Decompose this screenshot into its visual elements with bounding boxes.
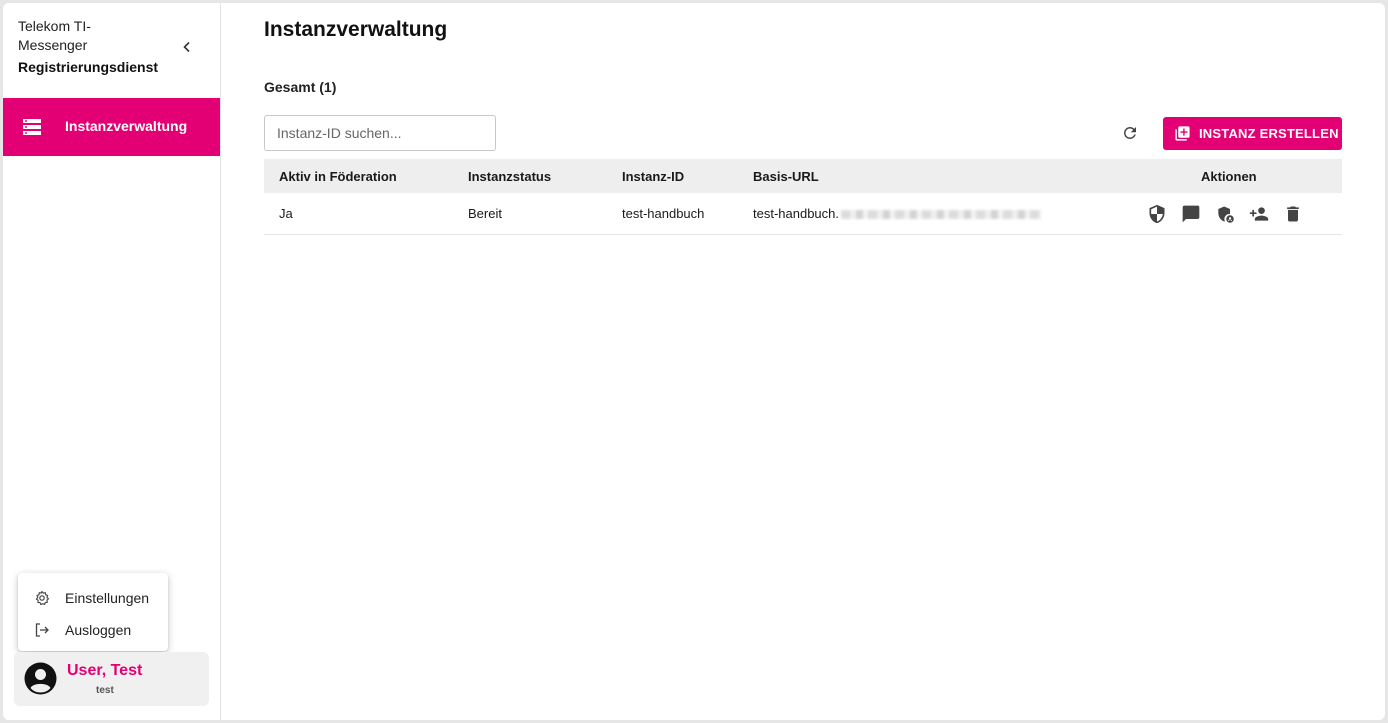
main-content: Instanzverwaltung Gesamt (1) INSTANZ ERS…: [221, 3, 1385, 720]
brand: Telekom TI- Messenger Registrierungsdien…: [18, 17, 188, 77]
menu-item-settings[interactable]: Einstellungen: [18, 582, 168, 614]
column-header-active[interactable]: Aktiv in Föderation: [279, 169, 397, 184]
brand-app-name: Registrierungsdienst: [18, 59, 159, 75]
sidebar-item-instanzverwaltung[interactable]: Instanzverwaltung: [3, 98, 220, 156]
action-chat-button[interactable]: [1180, 203, 1202, 225]
account-circle-icon: [24, 662, 57, 695]
action-shield-button[interactable]: [1146, 203, 1168, 225]
gear-icon: [35, 590, 50, 606]
shield-icon: [1149, 204, 1165, 224]
cell-active: Ja: [279, 206, 293, 221]
refresh-icon: [1123, 126, 1136, 139]
create-instance-button[interactable]: INSTANZ ERSTELLEN: [1163, 117, 1342, 150]
server-list-icon: [23, 119, 41, 135]
menu-item-logout[interactable]: Ausloggen: [18, 614, 168, 646]
redacted-url-part: [841, 210, 1041, 219]
cell-base-url: test-handbuch.: [753, 206, 840, 221]
column-header-status[interactable]: Instanzstatus: [468, 169, 551, 184]
logout-icon: [35, 623, 49, 637]
collapse-sidebar-button[interactable]: [177, 37, 197, 57]
brand-line-2: Messenger: [18, 37, 88, 53]
cell-instance-id: test-handbuch: [622, 206, 705, 221]
add-box-icon: [1175, 126, 1190, 141]
cell-status: Bereit: [468, 206, 502, 221]
instances-table: Aktiv in Föderation Instanzstatus Instan…: [264, 159, 1342, 235]
sidebar-item-label: Instanzverwaltung: [65, 118, 188, 134]
instance-search-input[interactable]: [264, 115, 496, 151]
column-header-base-url[interactable]: Basis-URL: [753, 169, 819, 184]
menu-item-settings-label: Einstellungen: [65, 590, 150, 606]
table-header: Aktiv in Föderation Instanzstatus Instan…: [264, 159, 1342, 193]
action-admin-shield-button[interactable]: [1214, 203, 1236, 225]
chevron-left-icon: [183, 41, 190, 53]
column-header-instance-id[interactable]: Instanz-ID: [622, 169, 684, 184]
add-user-icon: [1249, 207, 1269, 221]
brand-line-1: Telekom TI-: [18, 18, 91, 34]
page-title: Instanzverwaltung: [264, 18, 448, 41]
menu-item-logout-label: Ausloggen: [65, 622, 132, 638]
app-window: Telekom TI- Messenger Registrierungsdien…: [3, 3, 1385, 720]
column-header-actions: Aktionen: [1201, 169, 1257, 184]
delete-icon: [1287, 206, 1299, 222]
user-menu: Einstellungen Ausloggen: [18, 573, 168, 651]
table-row[interactable]: Ja Bereit test-handbuch test-handbuch.: [264, 193, 1342, 235]
user-username: test: [96, 685, 114, 696]
admin-shield-icon: [1218, 206, 1234, 223]
chat-icon: [1182, 205, 1200, 223]
sidebar: Telekom TI- Messenger Registrierungsdien…: [3, 3, 221, 720]
refresh-button[interactable]: [1120, 123, 1140, 143]
user-profile-button[interactable]: User, Test test: [14, 652, 209, 706]
action-add-user-button[interactable]: [1248, 203, 1270, 225]
create-instance-label: INSTANZ ERSTELLEN: [1199, 126, 1339, 141]
user-display-name: User, Test: [67, 662, 143, 679]
total-count: Gesamt (1): [264, 79, 337, 95]
action-delete-button[interactable]: [1282, 203, 1304, 225]
